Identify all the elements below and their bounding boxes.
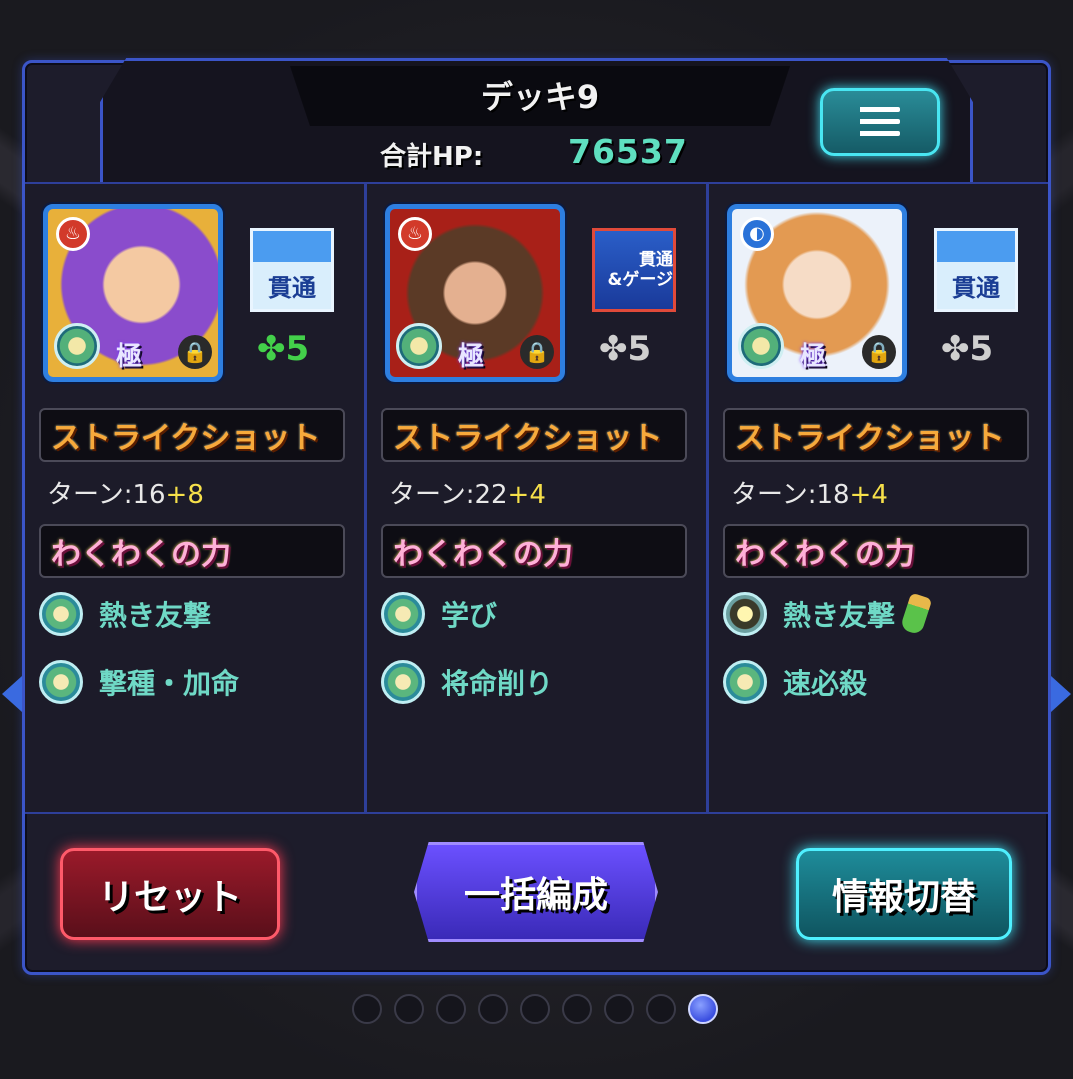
ability-row: 撃種・加命 [39,660,239,704]
character-portrait[interactable]: ♨ 極 🔒 [385,204,565,382]
page-dot[interactable] [604,994,634,1024]
ability-name: 学び [441,599,498,632]
water-element-icon: ◐ [740,217,774,251]
strike-shot-label: ストライクショット [723,408,1029,462]
clover-icon: ✤ [941,329,970,369]
character-slot-2[interactable]: ♨ 極 🔒 貫通 &ゲージ ✤5 ストライクショット ターン:22+4 わくわく… [367,184,709,812]
list-menu-icon [860,107,900,137]
wakuwaku-icon [39,660,83,704]
character-portrait[interactable]: ♨ 極 🔒 [43,204,223,382]
character-slot-3[interactable]: ◐ 極 🔒 貫通 ✤5 ストライクショット ターン:18+4 わくわくの力 熱き… [709,184,1048,812]
page-dot[interactable] [394,994,424,1024]
potion-bottle-icon [899,592,933,636]
lock-icon[interactable]: 🔒 [520,335,554,369]
page-indicator [352,994,718,1024]
bulk-organize-button[interactable]: 一括編成 [414,842,658,942]
luck-value: ✤5 [599,329,652,369]
lock-icon[interactable]: 🔒 [862,335,896,369]
turn-count: ターン:22+4 [389,480,546,510]
clover-icon: ✤ [599,329,628,369]
page-dot[interactable] [646,994,676,1024]
ability-row: 学び [381,592,497,636]
ability-name: 熱き友撃 [99,599,212,632]
ability-badge-icon [396,323,442,369]
strike-shot-label: ストライクショット [381,408,687,462]
page-dot[interactable] [688,994,718,1024]
wakuwaku-label: わくわくの力 [381,524,687,578]
reset-button[interactable]: リセット [60,848,280,940]
luck-value: ✤5 [257,329,310,369]
next-arrow-icon[interactable] [1051,676,1071,712]
ability-row: 将命削り [381,660,553,704]
ability-row: 速必殺 [723,660,867,704]
ability-name: 撃種・加命 [99,667,240,700]
menu-button[interactable] [820,88,940,156]
lock-icon[interactable]: 🔒 [178,335,212,369]
fire-element-icon: ♨ [398,217,432,251]
wakuwaku-gold-icon [723,592,767,636]
wakuwaku-icon [723,660,767,704]
page-dot[interactable] [478,994,508,1024]
wakuwaku-icon [39,592,83,636]
wakuwaku-icon [381,592,425,636]
deck-title: デッキ9 [480,78,600,116]
luck-value: ✤5 [941,329,994,369]
turn-count: ターン:18+4 [731,480,888,510]
ability-badge-icon [738,323,784,369]
gimmick-pierce-icon: 貫通 [250,228,334,312]
wakuwaku-label: わくわくの力 [39,524,345,578]
ability-name: 速必殺 [783,667,868,700]
ability-row: 熱き友撃 [723,592,933,636]
wakuwaku-icon [381,660,425,704]
page-dot[interactable] [352,994,382,1024]
wakuwaku-label: わくわくの力 [723,524,1029,578]
total-hp-value: 76537 [568,132,688,171]
gimmick-pierce-gauge-icon: 貫通 &ゲージ [592,228,676,312]
turn-count: ターン:16+8 [47,480,204,510]
info-toggle-button[interactable]: 情報切替 [796,848,1012,940]
ability-name: 熱き友撃 [783,599,896,632]
ability-row: 熱き友撃 [39,592,211,636]
page-dot[interactable] [436,994,466,1024]
rank-badge: 極 [458,342,485,372]
prev-arrow-icon[interactable] [2,676,22,712]
ability-name: 将命削り [441,667,554,700]
gimmick-pierce-icon: 貫通 [934,228,1018,312]
character-portrait[interactable]: ◐ 極 🔒 [727,204,907,382]
rank-badge: 極 [116,342,143,372]
clover-icon: ✤ [257,329,286,369]
rank-badge: 極 [800,342,827,372]
character-slot-1[interactable]: ♨ 極 🔒 貫通 ✤5 ストライクショット ターン:16+8 わくわくの力 熱き… [25,184,367,812]
fire-element-icon: ♨ [56,217,90,251]
total-hp-label: 合計HP: [380,142,484,172]
page-dot[interactable] [562,994,592,1024]
ability-badge-icon [54,323,100,369]
character-columns: ♨ 極 🔒 貫通 ✤5 ストライクショット ターン:16+8 わくわくの力 熱き… [25,182,1048,814]
strike-shot-label: ストライクショット [39,408,345,462]
page-dot[interactable] [520,994,550,1024]
